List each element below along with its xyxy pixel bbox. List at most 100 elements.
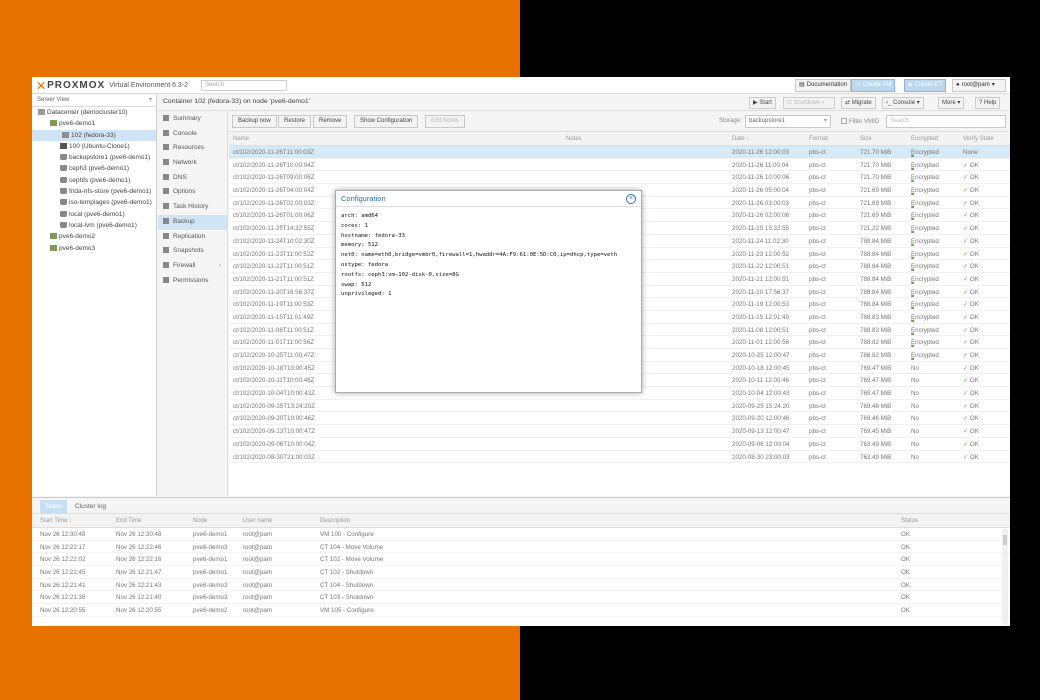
col-description[interactable]: Description — [320, 518, 350, 524]
task-scrollbar[interactable] — [1002, 529, 1008, 625]
global-search-input[interactable]: Search — [201, 80, 287, 91]
tree-node[interactable]: 100 (Ubuntu-Clone1) — [32, 141, 156, 152]
tab-cluster-log[interactable]: Cluster log — [70, 500, 111, 513]
task-row[interactable]: Nov 26 12:21:41 Nov 26 12:21:43 pve6-demo3… — [32, 579, 1010, 592]
nav-item-options[interactable]: Options — [158, 185, 227, 200]
tree-node[interactable]: pve6-demo1 — [32, 118, 156, 129]
table-row[interactable]: ct/102/2020-09-20T10:00:46Z 2020-09-20 12… — [229, 412, 1010, 426]
edit-notes-button[interactable]: Edit Notes — [425, 115, 465, 128]
nav-item-resources[interactable]: Resources — [158, 141, 227, 156]
nav-item-firewall[interactable]: Firewall › — [158, 259, 227, 274]
backup-date: 2020-09-20 12:00:46 — [732, 415, 790, 423]
backup-size: 721.70 MiB — [860, 174, 892, 182]
col-status[interactable]: Status — [901, 518, 918, 524]
console-button[interactable]: ›_ Console ▾ — [882, 97, 924, 109]
backup-now-button[interactable]: Backup now — [232, 115, 277, 128]
nav-item-dns[interactable]: DNS — [158, 171, 227, 186]
more-button[interactable]: More ▾ — [938, 97, 965, 109]
task-row[interactable]: Nov 26 12:21:45 Nov 26 12:21:47 pve6-demo1… — [32, 566, 1010, 579]
table-row[interactable]: ct/102/2020-11-26T09:00:06Z 2020-11-26 10… — [229, 171, 1010, 184]
encrypted-text: No — [911, 415, 919, 423]
verify-text: OK — [969, 415, 979, 423]
col-verify[interactable]: Verify State — [963, 136, 994, 142]
task-row[interactable]: Nov 26 12:21:38 Nov 26 12:21:40 pve6-demo3… — [32, 591, 1010, 605]
nav-item-replication[interactable]: Replication — [158, 230, 227, 245]
col-size[interactable]: Size — [860, 136, 872, 142]
encrypted-cell: No — [911, 415, 919, 422]
start-button[interactable]: ▶ Start — [749, 97, 776, 109]
tree-node[interactable]: ceph3 (pve6-demo1) — [32, 163, 156, 174]
nav-icon — [163, 247, 169, 254]
shutdown-button[interactable]: ⏻ Shutdown ▾ — [783, 97, 835, 109]
restore-button[interactable]: Restore — [278, 115, 312, 128]
task-row[interactable]: Nov 26 12:20:55 Nov 26 12:20:55 pve6-demo2… — [32, 604, 1010, 617]
encrypted-cell: 🔒︎ Encrypted — [911, 263, 939, 273]
tree-node[interactable]: 102 (fedora-33) — [32, 129, 156, 141]
tree-node[interactable]: cephfs (pve6-demo1) — [32, 175, 156, 186]
tree-node[interactable]: frida-nfs-store (pve6-demo1) — [32, 186, 156, 197]
backup-name: ct/102/2020-11-26T11:00:03Z — [233, 149, 314, 156]
col-encrypted[interactable]: Encrypted — [911, 136, 938, 142]
col-start-time[interactable]: Start Time ↓ — [40, 518, 72, 524]
nav-item-task-history[interactable]: Task History — [158, 200, 227, 215]
table-row[interactable]: ct/102/2020-09-06T10:00:04Z 2020-09-06 12… — [229, 438, 1010, 451]
nav-item-summary[interactable]: Summary — [158, 112, 227, 127]
col-name[interactable]: Name — [233, 136, 249, 142]
table-row[interactable]: ct/102/2020-09-25T13:24:20Z 2020-09-25 15… — [229, 400, 1010, 413]
tree-node[interactable]: local-lvm (pve6-demo1) — [32, 220, 156, 231]
task-desc: VM 100 - Configure — [320, 531, 374, 538]
task-row[interactable]: Nov 26 12:30:48 Nov 26 12:30:48 pve6-demo1… — [32, 528, 1010, 541]
task-node: pve6-demo2 — [193, 607, 228, 615]
col-date[interactable]: Date ↓ — [732, 136, 749, 142]
tree-node[interactable]: Datacenter (democluster10) — [32, 107, 156, 118]
backup-format: pbs-ct — [809, 174, 826, 182]
show-configuration-button[interactable]: Show Configuration — [354, 115, 419, 128]
backup-size: 769.46 MiB — [860, 402, 892, 410]
tab-tasks[interactable]: Tasks — [40, 500, 67, 513]
create-ct-button[interactable]: ◈ Create CT — [904, 79, 947, 92]
table-row[interactable]: ct/102/2020-11-26T10:00:04Z 2020-11-26 11… — [229, 159, 1010, 172]
storage-select[interactable]: backupstore1 ▾ — [745, 115, 831, 128]
backup-name: ct/102/2020-11-15T11:01:49Z — [233, 313, 314, 321]
user-menu-button[interactable]: ● root@pam ▾ — [952, 79, 1006, 92]
remove-button[interactable]: Remove — [313, 115, 348, 128]
nav-icon — [163, 173, 169, 180]
migrate-button[interactable]: ⇄ Migrate — [841, 97, 876, 109]
nav-item-label: Permissions — [173, 276, 209, 284]
col-node[interactable]: Node — [193, 518, 207, 524]
backup-date: 2020-11-24 11:02:30 — [732, 237, 789, 245]
nav-item-backup[interactable]: Backup — [158, 214, 227, 230]
close-icon[interactable]: × — [626, 194, 636, 204]
backup-date: 2020-11-26 11:00:04 — [732, 161, 789, 169]
backup-search-input[interactable]: Search — [886, 115, 1006, 128]
verify-text: OK — [969, 352, 979, 359]
tree-node[interactable]: iso-templages (pve6-demo1) — [32, 197, 156, 208]
check-icon: ✓ — [963, 199, 970, 207]
table-row[interactable]: ct/102/2020-09-13T10:00:47Z 2020-09-13 12… — [229, 425, 1010, 438]
table-row[interactable]: ct/102/2020-08-30T21:00:03Z 2020-08-30 23… — [229, 451, 1010, 464]
col-format[interactable]: Format — [809, 136, 828, 142]
task-row[interactable]: Nov 26 12:22:02 Nov 26 12:22:16 pve6-demo1… — [32, 553, 1010, 567]
encrypted-cell: 🔒︎ Encrypted — [911, 212, 939, 222]
nav-item-console[interactable]: Console — [158, 127, 227, 142]
documentation-button[interactable]: ▤ Documentation — [795, 79, 852, 92]
nav-item-snapshots[interactable]: Snapshots — [158, 244, 227, 259]
col-end-time[interactable]: End Time — [116, 518, 141, 524]
tree-node[interactable]: pve6-demo3 — [32, 243, 156, 254]
nav-item-permissions[interactable]: Permissions — [158, 274, 227, 289]
backup-size: 788.84 MiB — [860, 301, 892, 309]
filter-vmid-checkbox[interactable]: Filter VMID — [841, 118, 879, 125]
table-row[interactable]: ct/102/2020-11-26T11:00:03Z 2020-11-26 12… — [229, 146, 1010, 159]
view-selector[interactable]: Server View ▾ — [32, 95, 156, 107]
col-user[interactable]: User name — [243, 518, 272, 524]
tree-node[interactable]: pve6-demo2 — [32, 231, 156, 242]
scrollbar-thumb[interactable] — [1003, 535, 1007, 545]
task-row[interactable]: Nov 26 12:22:17 Nov 26 12:22:46 pve6-demo3… — [32, 541, 1010, 554]
tree-node[interactable]: local (pve6-demo1) — [32, 209, 156, 220]
tree-node[interactable]: backupstore1 (pve6-demo1) — [32, 152, 156, 163]
nav-item-network[interactable]: Network — [158, 156, 227, 171]
create-vm-button[interactable]: ▭ Create VM — [851, 79, 896, 92]
help-button[interactable]: ? Help — [975, 97, 1001, 109]
col-notes[interactable]: Notes — [566, 136, 582, 142]
config-line: ostype: fedora — [341, 261, 389, 268]
